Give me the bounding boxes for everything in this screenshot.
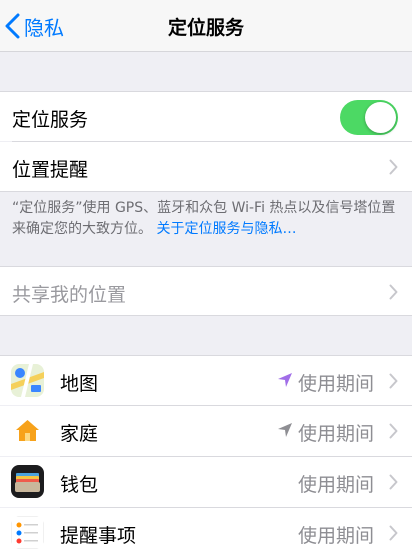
app-status: 使用期间	[297, 474, 374, 496]
location-services-description: “定位服务”使用 GPS、蓝牙和众包 Wi-Fi 热点以及信号塔位置来确定您的大…	[12, 198, 402, 240]
privacy-link[interactable]: 关于定位服务与隐私…	[156, 221, 296, 237]
app-status: 使用期间	[297, 373, 374, 395]
chevron-right-icon	[389, 525, 398, 541]
app-status: 使用期间	[297, 525, 374, 547]
app-name: 钱包	[60, 474, 99, 496]
location-alerts-label: 位置提醒	[12, 159, 89, 181]
chevron-right-icon	[389, 284, 398, 300]
home-icon	[11, 414, 44, 447]
app-name: 提醒事项	[60, 525, 137, 547]
app-name: 地图	[60, 373, 99, 395]
app-row-home[interactable]: 家庭 使用期间	[0, 406, 412, 456]
reminders-icon	[11, 516, 44, 549]
chevron-right-icon	[389, 423, 398, 439]
maps-icon	[11, 364, 44, 397]
share-my-location-row[interactable]: 共享我的位置	[0, 266, 412, 316]
location-services-row: 定位服务	[0, 91, 412, 141]
page-title: 定位服务	[167, 17, 244, 39]
app-name: 家庭	[60, 423, 99, 445]
location-arrow-icon	[278, 423, 292, 437]
location-services-toggle[interactable]	[340, 100, 398, 135]
navigation-bar: 隐私 定位服务	[0, 0, 412, 52]
app-row-reminders[interactable]: 提醒事项 使用期间	[0, 508, 412, 558]
chevron-right-icon	[389, 373, 398, 389]
location-alerts-row[interactable]: 位置提醒	[0, 142, 412, 192]
chevron-right-icon	[389, 474, 398, 490]
share-my-location-label: 共享我的位置	[12, 284, 127, 306]
wallet-icon	[11, 465, 44, 498]
location-arrow-icon	[278, 373, 292, 387]
app-row-wallet[interactable]: 钱包 使用期间	[0, 457, 412, 507]
app-status: 使用期间	[297, 423, 374, 445]
location-services-label: 定位服务	[12, 109, 89, 131]
chevron-right-icon	[389, 159, 398, 175]
toggle-knob	[365, 102, 396, 133]
app-row-maps[interactable]: 地图 使用期间	[0, 355, 412, 405]
